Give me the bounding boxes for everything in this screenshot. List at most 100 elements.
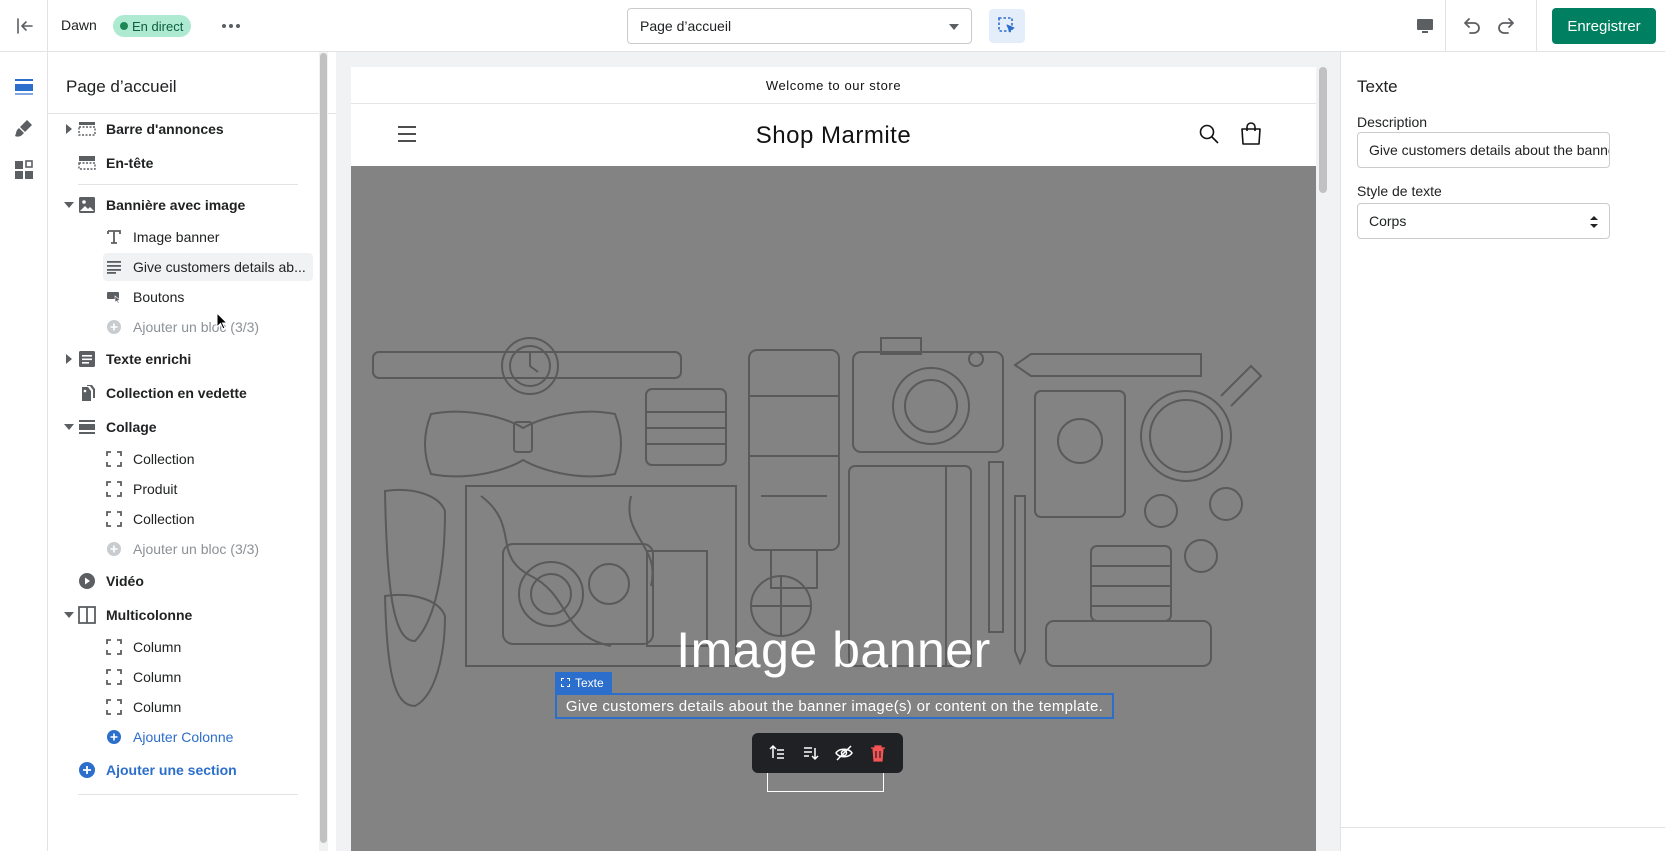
image-banner[interactable]: Image banner Texte Give customers detail…	[351, 166, 1316, 851]
block-collection[interactable]: Collection	[48, 505, 336, 533]
dashed-frame-icon	[104, 667, 124, 687]
undo-button[interactable]	[1455, 12, 1487, 40]
add-section-button[interactable]: Ajouter une section	[48, 756, 336, 784]
section-collage[interactable]: Collage	[48, 413, 336, 441]
header-icon	[77, 153, 97, 173]
select-arrows-icon	[1590, 216, 1598, 228]
section-image-banner[interactable]: Bannière avec image	[48, 191, 336, 219]
sidebar-scrollbar[interactable]	[319, 52, 328, 851]
exit-button[interactable]	[0, 0, 48, 52]
banner-button-outline[interactable]	[767, 773, 884, 792]
page-selector[interactable]: Page d’accueil	[627, 8, 972, 44]
chevron-down-icon	[64, 612, 74, 618]
move-up-icon	[769, 744, 784, 759]
theme-settings-tab[interactable]	[6, 110, 42, 146]
theme-name: Dawn	[61, 17, 97, 33]
live-dot-icon	[120, 22, 128, 30]
section-label: Texte enrichi	[106, 351, 192, 367]
redo-icon	[1498, 18, 1514, 34]
sidebar-scrollbar-thumb[interactable]	[320, 53, 327, 843]
section-label: Barre d'annonces	[106, 121, 224, 137]
add-column-button[interactable]: Ajouter Colonne	[48, 723, 336, 751]
inspector-toggle-button[interactable]	[989, 9, 1025, 43]
announcement-bar-icon	[77, 119, 97, 139]
rich-text-icon	[77, 349, 97, 369]
banner-heading[interactable]: Image banner	[351, 621, 1316, 679]
apps-tab[interactable]	[6, 152, 42, 188]
footer-divider	[78, 794, 298, 795]
storefront-preview: Welcome to our store Shop Marmite Image …	[351, 67, 1316, 851]
page-selector-value: Page d’accueil	[640, 18, 732, 34]
undo-icon	[1464, 18, 1480, 34]
cart-icon[interactable]	[1240, 122, 1262, 146]
section-label: Collage	[106, 419, 157, 435]
delete-block-button[interactable]	[865, 740, 891, 766]
section-featured-collection[interactable]: Collection en vedette	[48, 379, 336, 407]
section-label: Vidéo	[106, 573, 144, 589]
preview-scrollbar[interactable]	[1319, 67, 1327, 851]
section-header[interactable]: En-tête	[48, 149, 336, 177]
move-down-icon	[803, 747, 819, 761]
add-section-label: Ajouter une section	[106, 762, 237, 778]
dashed-frame-icon	[104, 637, 124, 657]
store-header[interactable]: Shop Marmite	[351, 104, 1316, 166]
add-block-label: Ajouter un bloc (3/3)	[133, 541, 260, 557]
trash-icon	[871, 745, 886, 762]
dashed-frame-icon	[104, 449, 124, 469]
move-up-button[interactable]	[764, 740, 790, 766]
save-button[interactable]: Enregistrer	[1552, 8, 1656, 44]
exit-icon	[16, 18, 33, 34]
block-column[interactable]: Column	[48, 663, 336, 691]
block-collection[interactable]: Collection	[48, 445, 336, 473]
add-block-button[interactable]: Ajouter un bloc (3/3)	[48, 313, 336, 341]
sidebar-title: Page d’accueil	[66, 77, 177, 96]
description-label: Description	[1357, 114, 1428, 130]
block-label: Give customers details ab...	[133, 259, 306, 275]
block-label: Column	[133, 669, 182, 685]
redo-button[interactable]	[1491, 12, 1523, 40]
banner-description-selected[interactable]: Give customers details about the banner …	[555, 693, 1114, 719]
eye-off-icon	[835, 745, 854, 761]
ellipsis-icon	[222, 24, 240, 28]
description-input[interactable]: Give customers details about the banner …	[1357, 132, 1610, 168]
dashed-frame-icon	[104, 479, 124, 499]
block-column[interactable]: Column	[48, 693, 336, 721]
dashed-frame-icon	[104, 509, 124, 529]
section-announcement-bar[interactable]: Barre d'annonces	[48, 115, 336, 143]
add-column-label: Ajouter Colonne	[133, 729, 234, 745]
search-icon[interactable]	[1199, 124, 1219, 144]
add-block-button[interactable]: Ajouter un bloc (3/3)	[48, 535, 336, 563]
store-name[interactable]: Shop Marmite	[351, 122, 1316, 150]
play-circle-icon	[77, 571, 97, 591]
paragraph-icon	[104, 257, 124, 277]
block-product[interactable]: Produit	[48, 475, 336, 503]
paintbrush-icon	[15, 120, 32, 137]
block-label: Column	[133, 639, 182, 655]
top-bar: Dawn En direct Page d’accueil Enregistre…	[0, 0, 1665, 52]
section-rich-text[interactable]: Texte enrichi	[48, 345, 336, 373]
block-label: Column	[133, 699, 182, 715]
text-style-value: Corps	[1369, 213, 1407, 229]
device-preview-button[interactable]	[1404, 0, 1446, 52]
more-actions-button[interactable]	[216, 14, 246, 38]
topbar-divider	[1536, 0, 1537, 52]
block-text-selected[interactable]: Give customers details ab...	[48, 253, 336, 281]
section-video[interactable]: Vidéo	[48, 567, 336, 595]
plus-circle-icon	[77, 760, 97, 780]
columns-icon	[77, 605, 97, 625]
text-style-select[interactable]: Corps	[1357, 203, 1610, 239]
mouse-pointer-icon	[216, 312, 228, 330]
hide-block-button[interactable]	[831, 740, 857, 766]
block-heading[interactable]: Image banner	[48, 223, 336, 251]
plus-circle-icon	[104, 539, 124, 559]
sections-tab[interactable]	[6, 69, 42, 105]
move-down-button[interactable]	[798, 740, 824, 766]
block-column[interactable]: Column	[48, 633, 336, 661]
apps-icon	[15, 160, 33, 179]
desktop-icon	[1416, 19, 1433, 33]
block-buttons[interactable]: Boutons	[48, 283, 336, 311]
announcement-bar[interactable]: Welcome to our store	[351, 67, 1316, 104]
preview-scrollbar-thumb[interactable]	[1319, 67, 1327, 193]
section-multicolumn[interactable]: Multicolonne	[48, 601, 336, 629]
chevron-down-icon	[64, 202, 74, 208]
